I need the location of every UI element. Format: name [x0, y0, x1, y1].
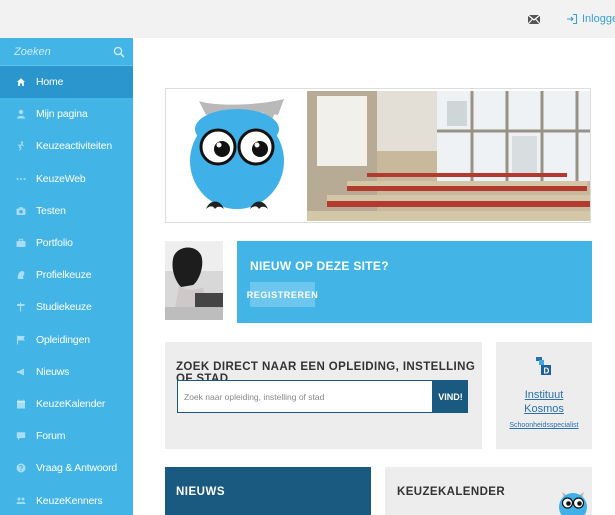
sidebar-item-label: Portfolio — [36, 237, 73, 250]
owl-icon — [559, 492, 587, 515]
sponsor-name[interactable]: Instituut Kosmos — [496, 388, 592, 416]
login-label: Inloggen — [582, 13, 615, 25]
sidebar-item-opleidingen[interactable]: Opleidingen — [0, 324, 133, 356]
find-panel: ZOEK DIRECT NAAR EEN OPLEIDING, INSTELLI… — [165, 342, 482, 449]
sidebar-item-label: KeuzeWeb — [36, 172, 86, 185]
login-link[interactable]: Inloggen — [566, 11, 615, 27]
sidebar-item-mijn-pagina[interactable]: Mijn pagina — [0, 98, 133, 130]
sidebar-item-portfolio[interactable]: Portfolio — [0, 227, 133, 259]
sidebar-search — [0, 38, 133, 66]
calendar-icon — [16, 399, 26, 409]
sponsor-logo[interactable]: D — [536, 357, 552, 375]
sign-in-icon — [567, 13, 578, 25]
news-title: NIEUWS — [176, 486, 225, 498]
sidebar-item-keuzeactiviteiten[interactable]: Keuzeactiviteiten — [0, 130, 133, 162]
flag-icon — [16, 335, 26, 345]
find-field — [177, 380, 433, 413]
sidebar-item-label: KeuzeKalender — [36, 397, 106, 410]
megaphone-icon — [16, 367, 26, 377]
classroom-photo — [307, 91, 590, 221]
sidebar-item-keuzekalender[interactable]: KeuzeKalender — [0, 388, 133, 420]
top-bar: Inloggen — [0, 0, 615, 38]
news-panel: NIEUWS — [165, 467, 371, 515]
find-button[interactable]: VIND! — [433, 380, 468, 413]
sidebar-item-keuzeweb[interactable]: KeuzeWeb — [0, 163, 133, 195]
sidebar-item-label: Home — [36, 76, 64, 89]
home-icon — [16, 77, 26, 87]
dots-icon — [16, 174, 26, 184]
owl-mascot — [166, 89, 307, 222]
chat-icon — [16, 431, 26, 441]
owl-icon — [190, 99, 284, 209]
camera-icon — [16, 206, 26, 216]
sidebar-item-label: Nieuws — [36, 365, 70, 378]
sidebar-item-profielkeuze[interactable]: Profielkeuze — [0, 259, 133, 291]
sponsor-name-line1: Instituut — [524, 389, 564, 401]
sidebar-item-studiekeuze[interactable]: Studiekeuze — [0, 291, 133, 323]
sidebar-item-testen[interactable]: Testen — [0, 195, 133, 227]
sidebar-item-label: KeuzeKenners — [36, 494, 103, 507]
sidebar-item-nieuws[interactable]: Nieuws — [0, 356, 133, 388]
sidebar-item-home[interactable]: Home — [0, 66, 133, 99]
sidebar-item-label: Mijn pagina — [36, 108, 88, 121]
sidebar-item-label: Opleidingen — [36, 333, 90, 346]
envelope-icon[interactable] — [527, 12, 541, 26]
profile-icon — [16, 270, 26, 280]
sidebar-nav: Home Mijn pagina Keuzeactiviteiten Keuze… — [0, 66, 133, 515]
sidebar-item-label: Keuzeactiviteiten — [36, 140, 112, 153]
sidebar-item-label: Forum — [36, 430, 66, 443]
sidebar-item-label: Profielkeuze — [36, 269, 92, 282]
sidebar-item-label: Studiekeuze — [36, 301, 92, 314]
student-photo — [165, 241, 223, 320]
calendar-title: KEUZEKALENDER — [397, 486, 506, 498]
register-button[interactable]: REGISTREREN — [247, 282, 318, 307]
sidebar-item-keuzekenners[interactable]: KeuzeKenners — [0, 484, 133, 515]
sidebar-item-label: Testen — [36, 204, 66, 217]
hero-banner — [165, 88, 591, 223]
search-icon[interactable] — [113, 46, 125, 58]
sponsor-subtitle[interactable]: Schoonheidsspecialist — [496, 422, 592, 429]
new-on-site-title: NIEUW OP DEZE SITE? — [250, 259, 389, 273]
sponsor-panel: D Instituut Kosmos Schoonheidsspecialist — [496, 342, 592, 449]
svg-text:D: D — [544, 367, 550, 376]
sponsor-name-line2: Kosmos — [524, 403, 564, 415]
sidebar-item-label: Vraag & Antwoord — [36, 462, 118, 475]
user-icon — [16, 109, 26, 119]
question-icon — [16, 463, 26, 473]
sidebar-item-forum[interactable]: Forum — [0, 420, 133, 452]
sidebar-item-vraag-antwoord[interactable]: Vraag & Antwoord — [0, 452, 133, 484]
briefcase-icon — [16, 238, 26, 248]
new-on-site-panel: NIEUW OP DEZE SITE? REGISTREREN — [237, 241, 592, 323]
signpost-icon — [16, 302, 26, 312]
users-icon — [16, 496, 26, 506]
calendar-panel: KEUZEKALENDER — [385, 467, 592, 515]
sidebar: Home Mijn pagina Keuzeactiviteiten Keuze… — [0, 38, 133, 515]
find-input[interactable] — [178, 381, 432, 412]
running-icon — [16, 141, 26, 152]
